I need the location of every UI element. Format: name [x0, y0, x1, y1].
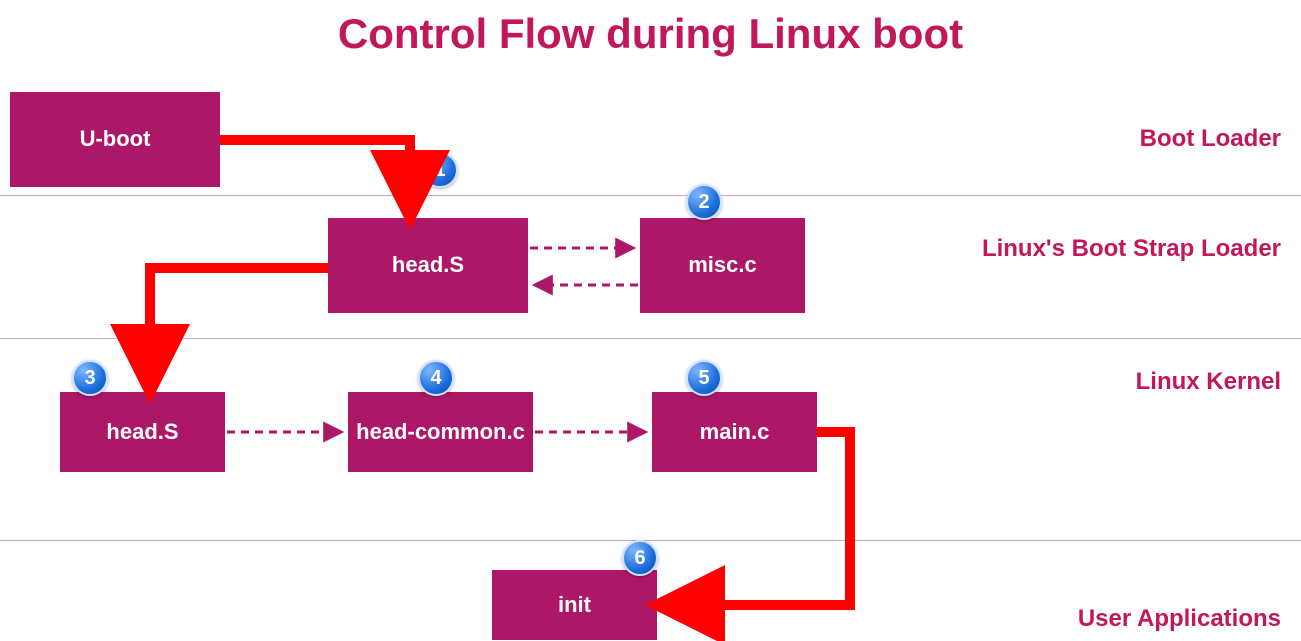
diagram-title: Control Flow during Linux boot	[0, 0, 1301, 58]
badge-4: 4	[418, 360, 454, 396]
badge-2: 2	[686, 184, 722, 220]
arrow-heads1-to-heads2	[150, 268, 328, 384]
section-boot-loader: Boot Loader	[1140, 125, 1281, 153]
divider-2	[0, 338, 1301, 339]
badge-6: 6	[622, 540, 658, 576]
badge-1: 1	[422, 152, 458, 188]
section-linux-kernel: Linux Kernel	[1136, 368, 1281, 396]
box-init: init	[492, 570, 657, 640]
badge-5: 5	[686, 360, 722, 396]
box-main: main.c	[652, 392, 817, 472]
section-bootstrap-loader: Linux's Boot Strap Loader	[982, 235, 1281, 263]
divider-1	[0, 195, 1301, 196]
badge-3: 3	[72, 360, 108, 396]
section-user-apps: User Applications	[1078, 605, 1281, 633]
box-head-common: head-common.c	[348, 392, 533, 472]
box-head-s-2: head.S	[60, 392, 225, 472]
arrow-uboot-to-heads	[220, 140, 410, 210]
divider-3	[0, 540, 1301, 541]
box-uboot: U-boot	[10, 92, 220, 187]
box-misc: misc.c	[640, 218, 805, 313]
box-head-s-1: head.S	[328, 218, 528, 313]
